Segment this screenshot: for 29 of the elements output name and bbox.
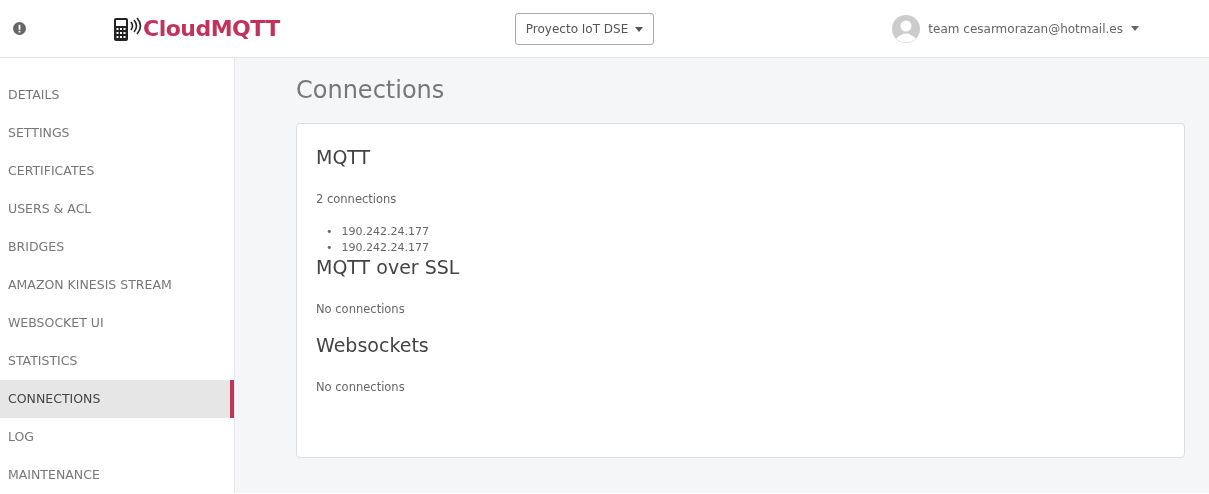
sidebar-item[interactable]: AMAZON KINESIS STREAM — [0, 266, 234, 304]
phone-signal-icon — [113, 15, 143, 42]
page-title: Connections — [296, 76, 446, 105]
connection-count: No connections — [316, 300, 406, 318]
ip-address: 190.242.24.177 — [341, 223, 429, 240]
brand-logo[interactable]: CloudMQTT — [143, 12, 280, 45]
sidebar-item[interactable]: WEBSOCKET UI — [0, 304, 234, 342]
sidebar-item[interactable]: USERS & ACL — [0, 190, 234, 228]
instance-dropdown[interactable]: Proyecto IoT DSE — [514, 12, 655, 45]
sidebar-item[interactable]: LOG — [0, 418, 234, 456]
connection-count: 2 connections — [316, 190, 398, 208]
caret-icon[interactable] — [1131, 26, 1139, 31]
bullet: • — [326, 223, 333, 240]
sidebar-item[interactable]: MAINTENANCE — [0, 456, 234, 494]
sidebar-item[interactable]: BRIDGES — [0, 228, 234, 266]
section-title: MQTT over SSL — [316, 255, 461, 279]
bullet: • — [326, 239, 333, 256]
sidebar-item[interactable]: CERTIFICATES — [0, 152, 234, 190]
sidebar-item[interactable]: SETTINGS — [0, 114, 234, 152]
sidebar-item[interactable]: STATISTICS — [0, 342, 234, 380]
ip-address: 190.242.24.177 — [341, 239, 429, 256]
connection-count: No connections — [316, 378, 406, 396]
sidebar-item[interactable]: DETAILS — [0, 76, 234, 114]
alert-icon[interactable] — [12, 22, 26, 35]
sidebar-item[interactable]: CONNECTIONS — [0, 380, 234, 418]
user-menu[interactable]: team cesarmorazan@hotmail.es — [928, 19, 1123, 38]
section-title: MQTT — [316, 145, 372, 169]
section-title: Websockets — [316, 333, 430, 357]
caret-icon[interactable] — [635, 26, 644, 32]
